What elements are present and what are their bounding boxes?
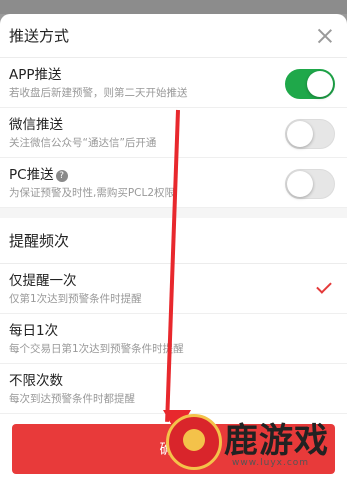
frequency-subtitle: 每次到达预警条件时都提醒 <box>9 393 135 405</box>
push-row-wechat: 微信推送 关注微信公众号“通达信”后开通 <box>0 108 347 158</box>
toggle-knob <box>287 171 313 197</box>
pc-push-toggle[interactable] <box>285 169 335 199</box>
frequency-title: 不限次数 <box>9 373 63 389</box>
frequency-title: 每日1次 <box>9 323 59 339</box>
frequency-subtitle: 每个交易日第1次达到预警条件时提醒 <box>9 343 184 355</box>
watermark-name: 鹿游戏 <box>224 421 329 461</box>
dimmed-background <box>0 0 347 14</box>
push-row-app: APP推送 若收盘后新建预警，则第二天开始推送 <box>0 58 347 108</box>
toggle-knob <box>287 121 313 147</box>
app-push-toggle[interactable] <box>285 69 335 99</box>
push-title: 微信推送 <box>9 117 63 133</box>
push-title: PC推送 <box>9 167 54 183</box>
close-icon[interactable] <box>315 26 335 46</box>
wechat-push-toggle[interactable] <box>285 119 335 149</box>
sheet-header: 推送方式 <box>0 14 347 58</box>
frequency-option-daily[interactable]: 每日1次 每个交易日第1次达到预警条件时提醒 <box>0 314 347 364</box>
help-icon[interactable]: ? <box>55 169 68 182</box>
frequency-option-unlimited[interactable]: 不限次数 每次到达预警条件时都提醒 <box>0 364 347 414</box>
toggle-knob <box>307 71 333 97</box>
push-title: APP推送 <box>9 67 62 83</box>
watermark-logo-icon <box>166 414 222 470</box>
watermark-url: www.luyx.com <box>232 458 310 468</box>
sheet-title: 推送方式 <box>9 27 70 45</box>
